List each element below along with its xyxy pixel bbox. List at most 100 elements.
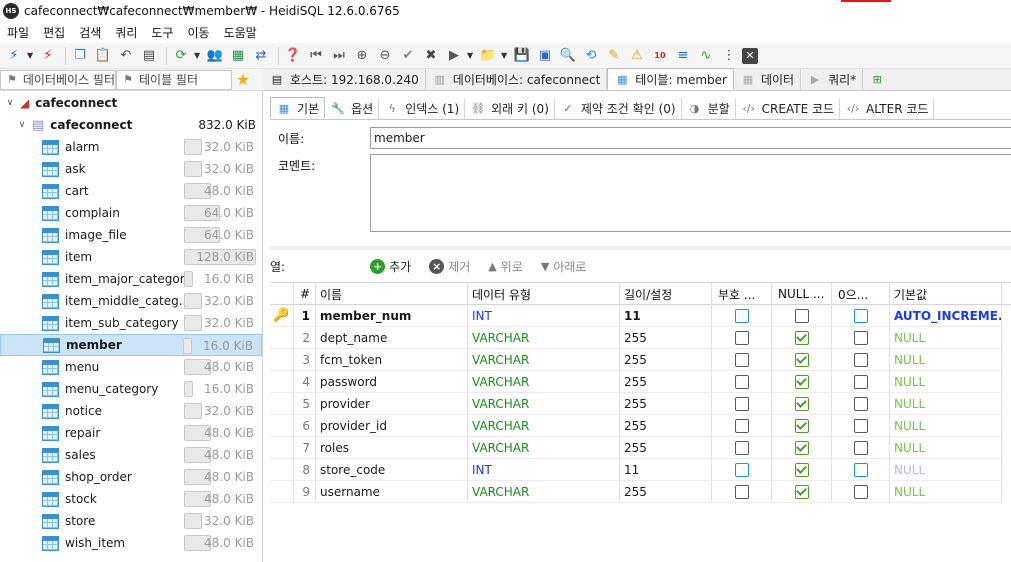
menu-edit[interactable]: 편집 <box>36 24 72 41</box>
allow-null-checkbox[interactable] <box>794 330 809 345</box>
allow-null-cell[interactable] <box>772 459 832 481</box>
header-unsigned[interactable]: 부호 ... <box>712 283 772 305</box>
zerofill-checkbox[interactable] <box>853 440 868 455</box>
unsigned-cell[interactable] <box>712 393 772 415</box>
last-record-icon[interactable]: ⏭ <box>329 46 349 66</box>
allow-null-checkbox[interactable] <box>794 418 809 433</box>
table-comment-textarea[interactable] <box>370 154 1011 232</box>
tree-table-item[interactable]: cart 48.0 KiB <box>0 180 262 202</box>
unsigned-cell[interactable] <box>712 327 772 349</box>
first-record-icon[interactable]: ⏮ <box>306 46 326 66</box>
move-down-button[interactable]: ▼ 아래로 <box>541 258 587 275</box>
wrap-icon[interactable]: ≡ <box>673 46 693 66</box>
tree-database[interactable]: ∨ ▤ cafeconnect 832.0 KiB <box>0 114 262 136</box>
zerofill-checkbox[interactable] <box>853 374 868 389</box>
zerofill-cell[interactable] <box>832 481 890 503</box>
cancel-icon[interactable]: ✖ <box>421 46 441 66</box>
unsigned-checkbox[interactable] <box>734 418 749 433</box>
allow-null-checkbox[interactable] <box>794 484 809 499</box>
zerofill-cell[interactable] <box>832 371 890 393</box>
warning-icon[interactable]: ⚠ <box>627 46 647 66</box>
tree-table-item[interactable]: item_major_category 16.0 KiB <box>0 268 262 290</box>
header-datatype[interactable]: 데이터 유형 <box>468 283 620 305</box>
column-datatype[interactable]: VARCHAR <box>468 415 620 437</box>
more-icon[interactable]: ⋮ <box>719 46 739 66</box>
column-length[interactable]: 255 <box>620 327 712 349</box>
allow-null-checkbox[interactable] <box>794 440 809 455</box>
database-filter-input[interactable]: ⚑ 데이터베이스 필터 <box>0 69 116 90</box>
column-row[interactable]: 5 provider VARCHAR 255 NULL <box>270 393 1011 415</box>
tree-table-item[interactable]: image_file 64.0 KiB <box>0 224 262 246</box>
allow-null-checkbox[interactable] <box>794 396 809 411</box>
zerofill-cell[interactable] <box>832 459 890 481</box>
zerofill-cell[interactable] <box>832 327 890 349</box>
print-icon[interactable]: ▤ <box>139 46 159 66</box>
tab-options[interactable]: 🔧 옵션 <box>325 98 380 119</box>
unsigned-cell[interactable] <box>712 349 772 371</box>
zerofill-checkbox[interactable] <box>853 484 868 499</box>
column-default[interactable]: NULL <box>890 415 1002 437</box>
column-row[interactable]: 4 password VARCHAR 255 NULL <box>270 371 1011 393</box>
header-number[interactable]: # <box>294 283 316 305</box>
delete-record-icon[interactable]: ⊖ <box>375 46 395 66</box>
header-name[interactable]: 이름 <box>316 283 468 305</box>
zerofill-checkbox[interactable] <box>853 352 868 367</box>
zerofill-cell[interactable] <box>832 305 890 327</box>
allow-null-cell[interactable] <box>772 349 832 371</box>
column-name[interactable]: store_code <box>316 459 468 481</box>
unsigned-checkbox[interactable] <box>734 352 749 367</box>
column-name[interactable]: roles <box>316 437 468 459</box>
column-datatype[interactable]: VARCHAR <box>468 437 620 459</box>
column-datatype[interactable]: VARCHAR <box>468 393 620 415</box>
unsigned-checkbox[interactable] <box>734 440 749 455</box>
column-name[interactable]: provider_id <box>316 415 468 437</box>
unsigned-checkbox[interactable] <box>734 462 749 477</box>
column-length[interactable]: 255 <box>620 437 712 459</box>
column-datatype[interactable]: VARCHAR <box>468 481 620 503</box>
move-up-button[interactable]: ▲ 위로 <box>488 258 523 275</box>
find-icon[interactable]: 🔍 <box>558 46 578 66</box>
format-icon[interactable]: ∿ <box>696 46 716 66</box>
tab-host[interactable]: ▤ 호스트: 192.168.0.240 <box>263 69 426 90</box>
tree-table-item[interactable]: shop_order 48.0 KiB <box>0 466 262 488</box>
allow-null-cell[interactable] <box>772 481 832 503</box>
export-icon[interactable]: ▦ <box>228 46 248 66</box>
column-row[interactable]: 7 roles VARCHAR 255 NULL <box>270 437 1011 459</box>
zerofill-checkbox[interactable] <box>853 396 868 411</box>
panel-splitter[interactable] <box>270 246 1011 250</box>
open-folder-icon[interactable]: 📁 <box>478 46 498 66</box>
column-default[interactable]: NULL <box>890 327 1002 349</box>
favorite-star-icon[interactable]: ★ <box>232 70 254 90</box>
new-query-tab-button[interactable]: ⊞ <box>863 69 896 90</box>
column-length[interactable]: 11 <box>620 305 712 327</box>
column-default[interactable]: AUTO_INCREME... <box>890 305 1002 327</box>
binary-icon[interactable]: 10 <box>650 46 670 66</box>
column-length[interactable]: 11 <box>620 459 712 481</box>
tab-basic[interactable]: ▦ 기본 <box>270 97 326 119</box>
tree-table-item[interactable]: wish_item 48.0 KiB <box>0 532 262 554</box>
menu-search[interactable]: 검색 <box>72 24 108 41</box>
column-datatype[interactable]: INT <box>468 305 620 327</box>
allow-null-checkbox[interactable] <box>794 462 809 477</box>
allow-null-cell[interactable] <box>772 327 832 349</box>
tree-table-item[interactable]: store 32.0 KiB <box>0 510 262 532</box>
column-name[interactable]: provider <box>316 393 468 415</box>
collapse-caret-icon[interactable]: ∨ <box>16 120 28 130</box>
tree-table-item[interactable]: complain 64.0 KiB <box>0 202 262 224</box>
chevron-down-icon[interactable]: ▼ <box>27 51 35 60</box>
tab-data[interactable]: ▦ 데이터 <box>734 69 802 90</box>
column-default[interactable]: NULL <box>890 481 1002 503</box>
unsigned-cell[interactable] <box>712 415 772 437</box>
column-datatype[interactable]: VARCHAR <box>468 349 620 371</box>
column-row[interactable]: 3 fcm_token VARCHAR 255 NULL <box>270 349 1011 371</box>
user-manager-icon[interactable]: 👥 <box>205 46 225 66</box>
column-name[interactable]: member_num <box>316 305 468 327</box>
allow-null-cell[interactable] <box>772 305 832 327</box>
zerofill-checkbox[interactable] <box>853 462 868 477</box>
tree-table-item[interactable]: menu_category 16.0 KiB <box>0 378 262 400</box>
unsigned-checkbox[interactable] <box>734 330 749 345</box>
allow-null-cell[interactable] <box>772 371 832 393</box>
column-name[interactable]: username <box>316 481 468 503</box>
menu-go[interactable]: 이동 <box>180 24 216 41</box>
header-default[interactable]: 기본값 <box>890 283 1002 305</box>
